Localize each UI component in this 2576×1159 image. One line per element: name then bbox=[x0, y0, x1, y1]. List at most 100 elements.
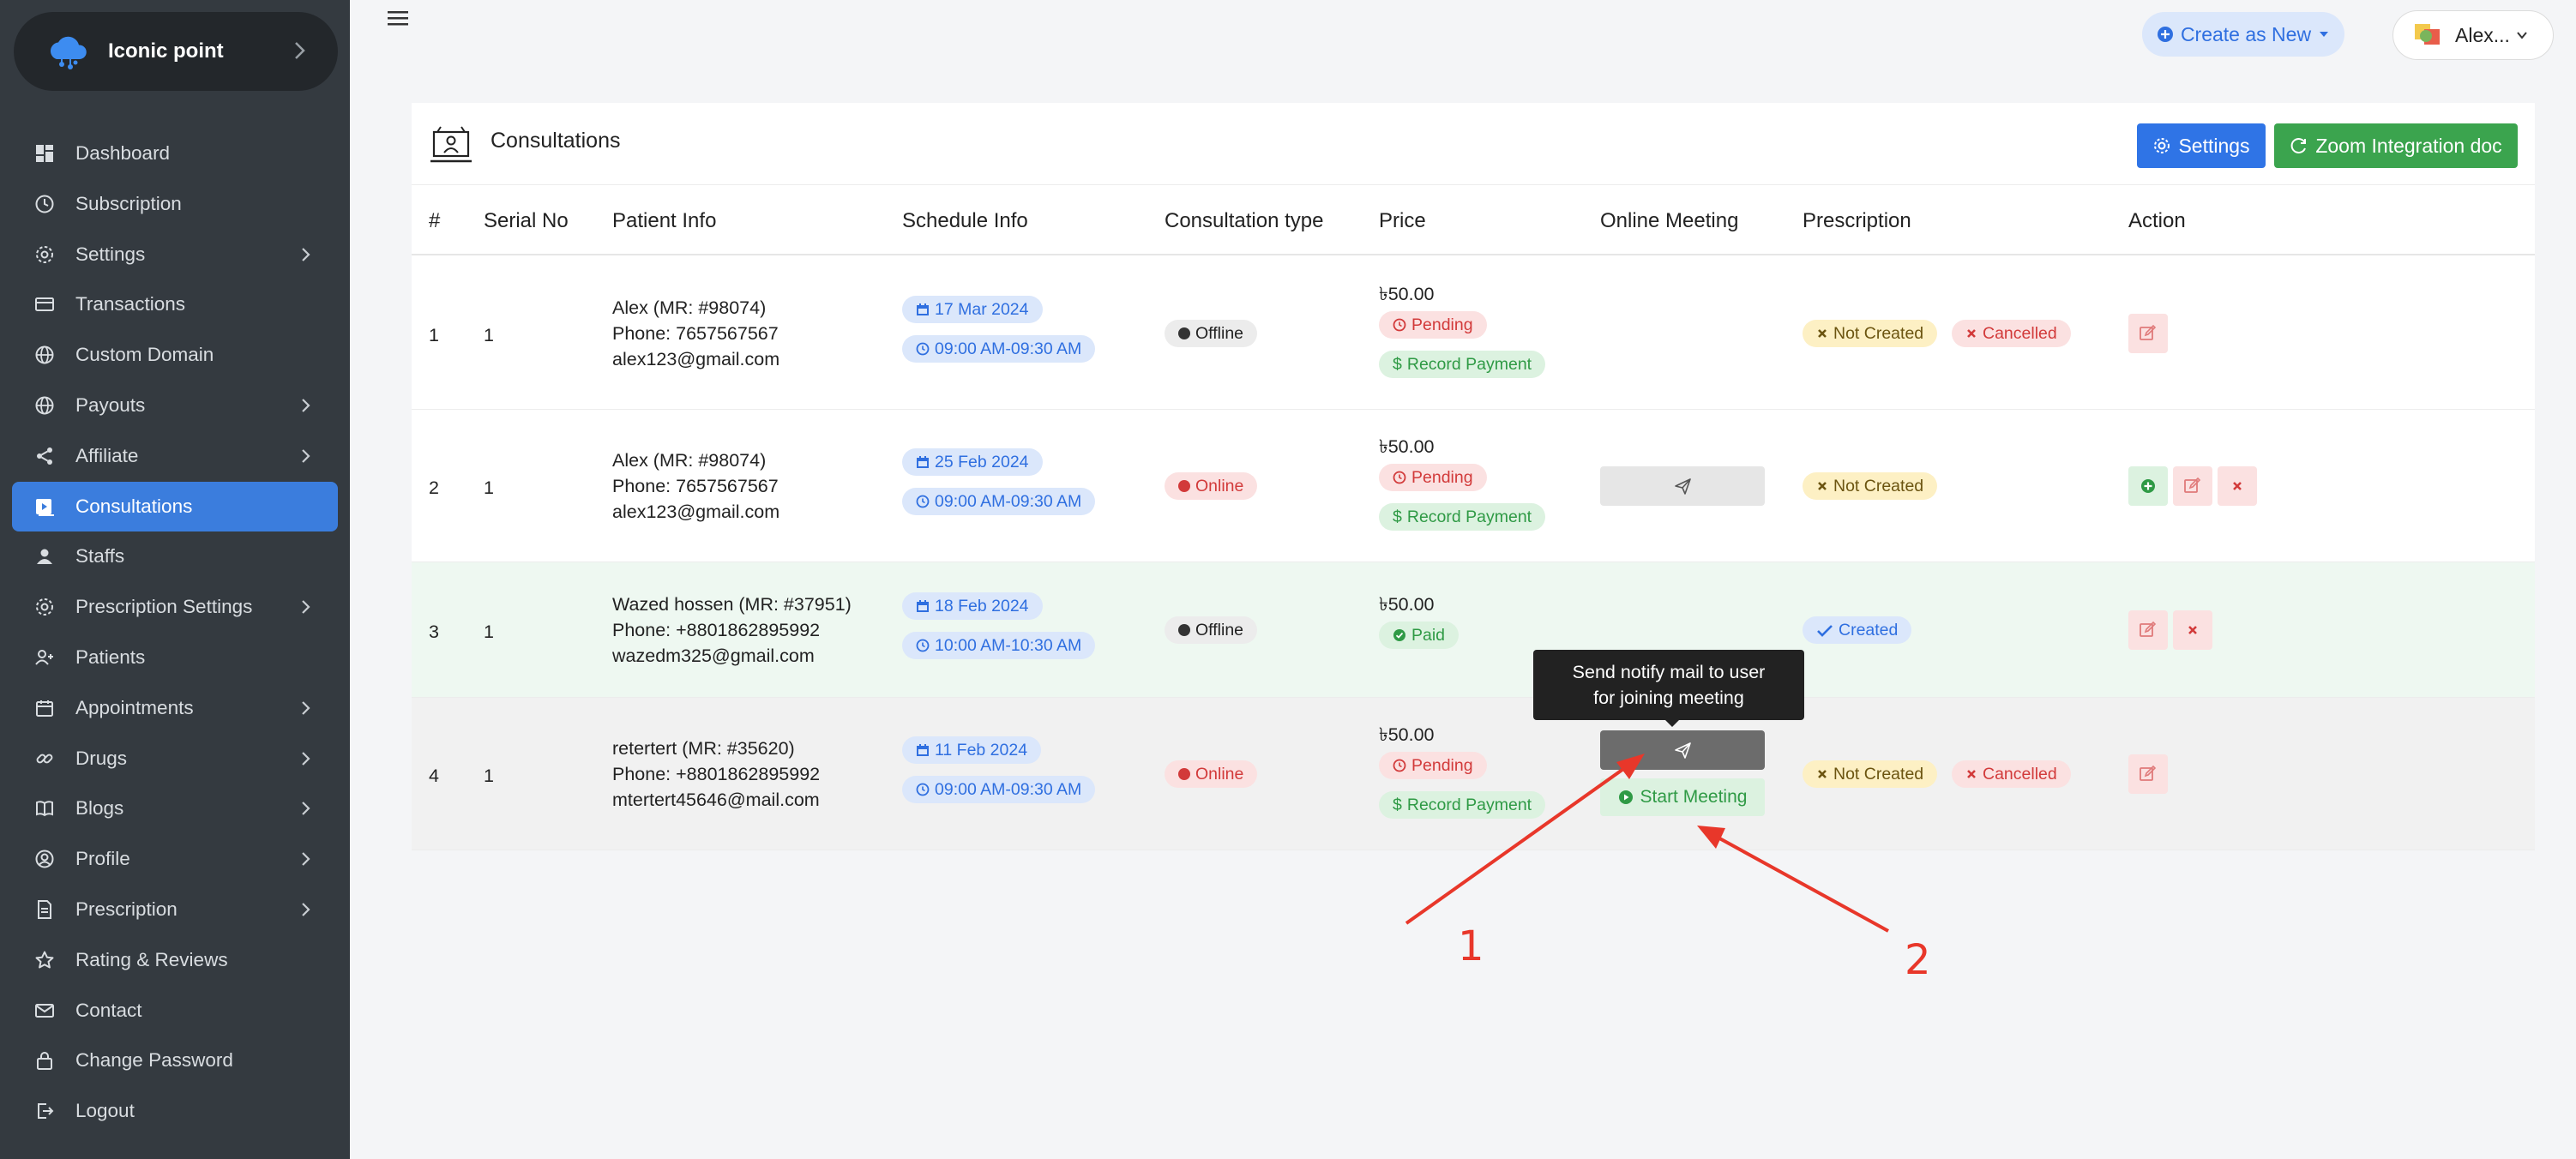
schedule-date-badge: 25 Feb 2024 bbox=[902, 448, 1043, 476]
column-header-action: Action bbox=[2128, 209, 2186, 232]
add-button[interactable] bbox=[2128, 466, 2168, 506]
edit-button[interactable] bbox=[2173, 466, 2212, 506]
record-payment-label: Record Payment bbox=[1406, 507, 1532, 526]
user-menu[interactable]: Alex... bbox=[2392, 10, 2554, 60]
check-circle-icon bbox=[1393, 629, 1405, 641]
send-notify-mail-button[interactable] bbox=[1600, 730, 1765, 770]
refresh-icon bbox=[2290, 138, 2307, 153]
hamburger-menu-icon[interactable] bbox=[388, 9, 408, 27]
zoom-integration-doc-button[interactable]: Zoom Integration doc bbox=[2274, 123, 2518, 168]
delete-button[interactable] bbox=[2218, 466, 2257, 506]
row-number: 2 bbox=[429, 477, 439, 498]
consultation-type-badge: Offline bbox=[1165, 616, 1258, 644]
edit-button[interactable] bbox=[2128, 610, 2168, 650]
sidebar-item-logout[interactable]: Logout bbox=[12, 1086, 338, 1136]
record-payment-button[interactable]: $ Record Payment bbox=[1379, 791, 1546, 819]
prescription-status: Cancelled bbox=[1983, 764, 2057, 784]
consultation-type-badge: Online bbox=[1165, 760, 1258, 788]
sidebar-item-rating-reviews[interactable]: Rating & Reviews bbox=[12, 935, 338, 985]
chevron-right-icon bbox=[302, 802, 310, 816]
schedule-time: 09:00 AM-09:30 AM bbox=[935, 339, 1082, 358]
sidebar-item-staffs[interactable]: Staffs bbox=[12, 531, 338, 581]
create-as-new-dropdown[interactable]: Create as New bbox=[2142, 12, 2344, 57]
star-icon bbox=[33, 948, 57, 972]
sidebar-item-label: Prescription bbox=[75, 898, 178, 920]
brand-switcher[interactable]: Iconic point bbox=[14, 12, 338, 91]
schedule-date-badge: 17 Mar 2024 bbox=[902, 296, 1043, 323]
prescription-status: Not Created bbox=[1833, 764, 1924, 784]
sidebar-item-label: Appointments bbox=[75, 696, 194, 718]
sidebar-item-label: Custom Domain bbox=[75, 344, 214, 366]
gear-icon bbox=[33, 243, 57, 267]
record-payment-label: Record Payment bbox=[1406, 795, 1532, 814]
schedule-date-badge: 11 Feb 2024 bbox=[902, 736, 1042, 764]
play-circle-icon bbox=[1618, 790, 1633, 804]
lock-icon bbox=[33, 1048, 57, 1072]
user-name: Alex... bbox=[2455, 23, 2510, 46]
sidebar-item-custom-domain[interactable]: Custom Domain bbox=[12, 330, 338, 380]
chevron-right-icon bbox=[302, 399, 310, 412]
sidebar-item-prescription[interactable]: Prescription bbox=[12, 885, 338, 934]
chevron-down-icon bbox=[2517, 32, 2527, 39]
sidebar-item-affiliate[interactable]: Affiliate bbox=[12, 431, 338, 481]
sidebar-item-change-password[interactable]: Change Password bbox=[12, 1036, 338, 1085]
table-row: 3 1 Wazed hossen (MR: #37951) Phone: +88018… bbox=[412, 562, 2535, 698]
patient-name: Wazed hossen (MR: #37951) bbox=[612, 594, 852, 615]
clock-icon bbox=[916, 495, 930, 508]
zoom-integration-label: Zoom Integration doc bbox=[2315, 134, 2502, 157]
sidebar-item-patients[interactable]: Patients bbox=[12, 633, 338, 682]
plus-circle-icon bbox=[2157, 27, 2173, 42]
schedule-time: 10:00 AM-10:30 AM bbox=[935, 635, 1082, 655]
link-icon bbox=[33, 747, 57, 771]
avatar bbox=[2415, 24, 2440, 45]
send-icon bbox=[1675, 742, 1691, 759]
sidebar-item-appointments[interactable]: Appointments bbox=[12, 683, 338, 733]
online-dot-icon bbox=[1178, 768, 1190, 780]
calendar-icon bbox=[917, 303, 929, 315]
sidebar-item-label: Blogs bbox=[75, 797, 124, 820]
settings-button[interactable]: Settings bbox=[2137, 123, 2266, 168]
sidebar-item-label: Prescription Settings bbox=[75, 596, 253, 618]
sidebar-item-payouts[interactable]: Payouts bbox=[12, 381, 338, 430]
column-header-online-meeting: Online Meeting bbox=[1600, 209, 1739, 232]
sidebar-item-consultations[interactable]: Consultations bbox=[12, 481, 338, 531]
sidebar-item-transactions[interactable]: Transactions bbox=[12, 279, 338, 329]
send-icon bbox=[1675, 478, 1691, 495]
record-payment-button[interactable]: $ Record Payment bbox=[1379, 351, 1546, 378]
clock-icon bbox=[916, 639, 930, 652]
sidebar-item-prescription-settings[interactable]: Prescription Settings bbox=[12, 582, 338, 632]
sidebar-item-subscription[interactable]: Subscription bbox=[12, 179, 338, 229]
schedule-date: 25 Feb 2024 bbox=[935, 452, 1029, 471]
pending-badge: Pending bbox=[1379, 311, 1487, 339]
dashboard-icon bbox=[33, 141, 57, 165]
page-title: Consultations bbox=[491, 129, 621, 153]
logout-icon bbox=[33, 1099, 57, 1123]
annotation-label-1: 1 bbox=[1458, 922, 1484, 970]
patient-email: alex123@gmail.com bbox=[612, 349, 780, 369]
consultation-icon bbox=[430, 126, 472, 163]
record-payment-button[interactable]: $ Record Payment bbox=[1379, 503, 1546, 531]
clock-icon bbox=[916, 783, 930, 796]
sidebar-item-label: Rating & Reviews bbox=[75, 948, 228, 970]
prescription-status: Not Created bbox=[1833, 476, 1924, 495]
patient-phone: Phone: 7657567567 bbox=[612, 476, 779, 496]
send-notify-mail-button[interactable] bbox=[1600, 466, 1765, 506]
edit-button[interactable] bbox=[2128, 314, 2168, 353]
x-icon bbox=[1818, 482, 1827, 490]
sidebar-item-drugs[interactable]: Drugs bbox=[12, 734, 338, 784]
sidebar-item-profile[interactable]: Profile bbox=[12, 834, 338, 884]
sidebar-item-dashboard[interactable]: Dashboard bbox=[12, 129, 338, 178]
sidebar-item-blogs[interactable]: Blogs bbox=[12, 784, 338, 833]
user-icon bbox=[33, 544, 57, 568]
card-header: Consultations Settings Zoom Integration … bbox=[412, 103, 2535, 185]
consultation-type-badge: Online bbox=[1165, 472, 1258, 500]
sidebar-item-contact[interactable]: Contact bbox=[12, 986, 338, 1036]
gear-icon bbox=[33, 595, 57, 619]
delete-button[interactable] bbox=[2173, 610, 2212, 650]
column-header-schedule-info: Schedule Info bbox=[902, 209, 1028, 232]
column-header-consultation-type: Consultation type bbox=[1165, 209, 1324, 232]
edit-button[interactable] bbox=[2128, 754, 2168, 794]
sidebar-item-settings[interactable]: Settings bbox=[12, 230, 338, 279]
price: ৳50.00 bbox=[1379, 284, 1435, 304]
start-meeting-button[interactable]: Start Meeting bbox=[1600, 778, 1765, 816]
